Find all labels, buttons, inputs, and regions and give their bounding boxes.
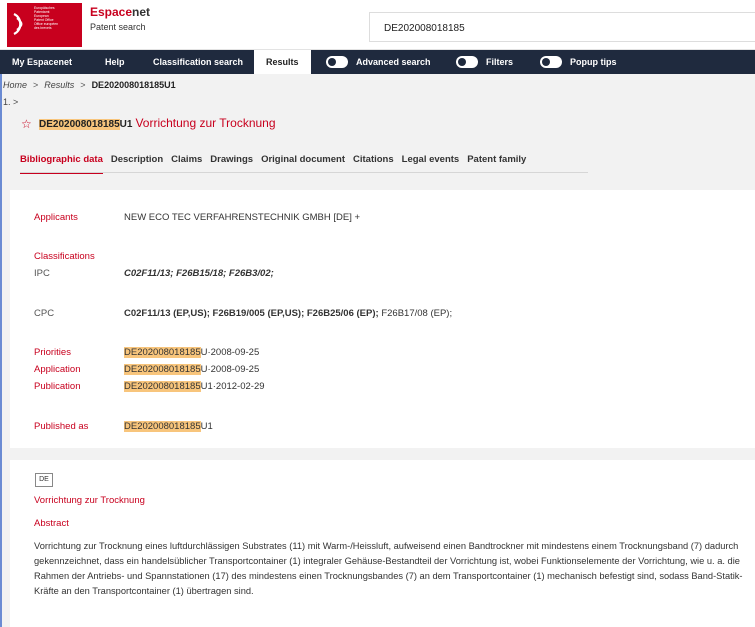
cpc-codes-additional[interactable]: F26B17/08 (EP); [381,308,452,319]
application-label: Application [34,364,81,375]
abstract-text: Vorrichtung zur Trocknung eines luftdurc… [34,541,743,596]
nav-filters[interactable]: Filters [486,50,513,74]
brand[interactable]: Espacenet Patent search [90,5,150,33]
published-as-kind: U1 [200,421,213,432]
document-number: DE202008018185 [39,119,120,130]
breadcrumb: Home > Results > DE202008018185U1 [3,80,176,90]
priorities-label: Priorities [34,347,71,358]
brand-name-part: net [132,5,151,19]
nav-classification-search[interactable]: Classification search [153,50,243,74]
applicants-value: NEW ECO TEC VERFAHRENSTECHNIK GMBH [DE] … [124,212,360,223]
application-number[interactable]: DE202008018185 [124,364,201,375]
logo-line: des brevets [34,26,52,30]
chevron-right-icon: > [33,80,39,90]
priorities-value: DE202008018185U·2008-09-25 [124,347,259,358]
brand-subtitle: Patent search [90,22,146,32]
cpc-value: C02F11/13 (EP,US); F26B19/005 (EP,US); F… [124,308,452,319]
brand-name: Espacenet [90,5,150,19]
tab-bibliographic-data[interactable]: Bibliographic data [20,152,103,174]
nav-popup-tips[interactable]: Popup tips [570,50,617,74]
main-nav: My Espacenet Help Classification search … [0,50,755,74]
tab-drawings[interactable]: Drawings [210,152,253,174]
epo-logo-icon [13,13,23,35]
publication-label: Publication [34,381,81,392]
bibliographic-card: Applicants NEW ECO TEC VERFAHRENSTECHNIK… [10,190,755,448]
tab-patent-family[interactable]: Patent family [467,152,526,174]
tab-original-document[interactable]: Original document [261,152,345,174]
breadcrumb-results[interactable]: Results [44,80,74,90]
priorities-date: U·2008-09-25 [200,347,260,358]
star-icon[interactable]: ☆ [21,118,32,130]
breadcrumb-current: DE202008018185U1 [91,80,176,90]
publication-value: DE202008018185U1·2012-02-29 [124,381,265,392]
tab-claims[interactable]: Claims [171,152,202,174]
nav-results[interactable]: Results [254,50,311,74]
nav-help[interactable]: Help [105,50,125,74]
abstract-title: Vorrichtung zur Trocknung [34,495,145,506]
result-row-number: 1. > [3,97,18,107]
nav-my-espacenet[interactable]: My Espacenet [12,50,72,74]
search-input[interactable] [384,21,684,35]
chevron-right-icon[interactable]: > [13,97,18,107]
abstract-card: DE Vorrichtung zur Trocknung Abstract Vo… [10,460,755,627]
filters-toggle[interactable] [456,56,478,68]
row-number-text: 1. [3,97,11,107]
tabs-divider [20,172,588,173]
tab-description[interactable]: Description [111,152,163,174]
popup-tips-toggle[interactable] [540,56,562,68]
tab-legal-events[interactable]: Legal events [402,152,460,174]
document-title: DE202008018185U1 Vorrichtung zur Trocknun… [39,116,276,130]
classifications-label: Classifications [34,251,95,262]
epo-logo-text: Europäisches Patentamt European Patent O… [34,6,80,30]
ipc-label: IPC [34,268,50,279]
language-badge: DE [35,473,53,487]
search-box[interactable] [369,12,755,42]
document-tabs: Bibliographic data Description Claims Drawi… [20,152,534,174]
document-kind: U1 [119,119,133,130]
application-value: DE202008018185U·2008-09-25 [124,364,259,375]
breadcrumb-home[interactable]: Home [3,80,27,90]
page-left-rule [0,50,2,627]
cpc-codes-main[interactable]: C02F11/13 (EP,US); F26B19/005 (EP,US); F… [124,308,379,319]
ipc-codes[interactable]: C02F11/13; F26B15/18; F26B3/02; [124,268,274,279]
published-as-label: Published as [34,421,89,432]
document-title-text: Vorrichtung zur Trocknung [135,116,276,130]
ipc-value: C02F11/13; F26B15/18; F26B3/02; [124,268,274,279]
abstract-heading: Abstract [34,518,69,529]
tab-citations[interactable]: Citations [353,152,394,174]
advanced-search-toggle[interactable] [326,56,348,68]
publication-number[interactable]: DE202008018185 [124,381,201,392]
applicants-expand-button[interactable]: + [355,212,361,223]
application-date: U·2008-09-25 [200,364,260,375]
chevron-right-icon: > [80,80,86,90]
cpc-label: CPC [34,308,55,319]
publication-date: U1·2012-02-29 [200,381,265,392]
nav-advanced-search[interactable]: Advanced search [356,50,431,74]
applicants-text[interactable]: NEW ECO TEC VERFAHRENSTECHNIK GMBH [DE] [124,212,352,223]
published-as-value: DE202008018185U1 [124,421,213,432]
applicants-label: Applicants [34,212,78,223]
published-as-number[interactable]: DE202008018185 [124,421,201,432]
priorities-number[interactable]: DE202008018185 [124,347,201,358]
top-header: Europäisches Patentamt European Patent O… [0,0,755,50]
epo-logo[interactable]: Europäisches Patentamt European Patent O… [7,3,82,47]
brand-name-part: Espace [90,5,133,19]
